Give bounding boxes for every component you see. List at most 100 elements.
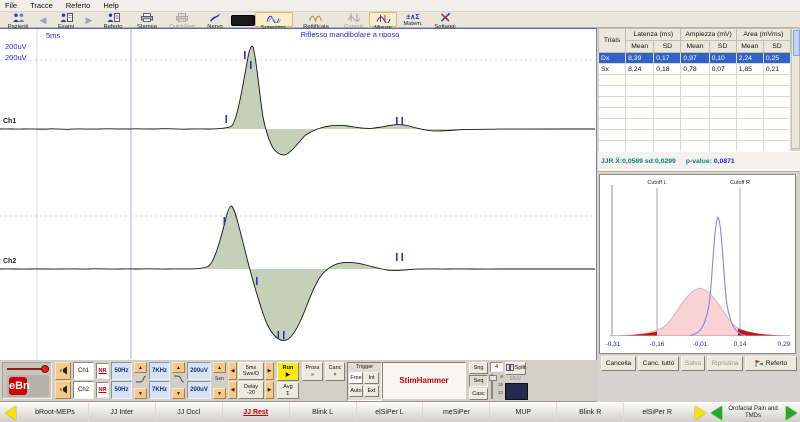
ch1-label: Ch1 bbox=[3, 118, 16, 125]
waveform-scope[interactable]: 5ms 200uV 200uV Riflesso mandibolare a r… bbox=[0, 28, 597, 360]
highpass-filter-icon bbox=[134, 374, 147, 384]
sweep-right-button[interactable]: ▶ bbox=[265, 362, 274, 380]
sweep-control[interactable]: 5msSwe/D bbox=[238, 362, 264, 380]
p-value: 0,0871 bbox=[714, 158, 735, 165]
tab-mesiper[interactable]: meSiPer bbox=[422, 403, 489, 422]
menu-referto[interactable]: Referto bbox=[66, 1, 91, 10]
measure-icon bbox=[376, 14, 391, 25]
tab-broot-meps[interactable]: bRoot-MEPs bbox=[22, 403, 88, 422]
referto-button[interactable]: Referto bbox=[97, 12, 129, 27]
seq-button[interactable]: Seq bbox=[469, 375, 488, 387]
next-icon: » bbox=[311, 372, 314, 379]
scroll-tabs-right-icon[interactable] bbox=[695, 406, 706, 420]
canc-tutto-button[interactable]: Canc. tutto bbox=[638, 356, 679, 371]
table-scrollbar[interactable] bbox=[791, 28, 800, 149]
sensitivity-up-button[interactable]: ▲ bbox=[213, 362, 226, 373]
close-icon: × bbox=[333, 372, 336, 379]
cancella-button[interactable]: Cancella bbox=[601, 356, 636, 371]
ch2-sensitivity-value[interactable]: 200uV bbox=[187, 381, 211, 399]
nervo-button[interactable]: Nervo bbox=[201, 12, 229, 27]
scrollbar-thumb[interactable] bbox=[793, 30, 800, 56]
canc-button[interactable]: Canc× bbox=[325, 362, 345, 381]
tab-elsiper-l[interactable]: elSiPer L bbox=[356, 403, 423, 422]
delay-right-button[interactable]: ▶ bbox=[265, 381, 274, 399]
average-count-stepper[interactable]: 4 8 16 32 bbox=[490, 362, 503, 399]
rectified-icon bbox=[308, 13, 324, 24]
split-display bbox=[505, 383, 528, 400]
prev-protocol-icon[interactable] bbox=[711, 406, 722, 420]
table-row-sx[interactable]: Sx8,24 0,180,78 0,071,85 0,21 bbox=[599, 64, 791, 75]
protocol-name: Orofacial Pain and TMDs bbox=[724, 406, 782, 420]
menu-file[interactable]: File bbox=[5, 1, 17, 10]
tab-jj-inter[interactable]: JJ Inter bbox=[88, 403, 155, 422]
scroll-tabs-left-icon[interactable] bbox=[5, 406, 16, 420]
tab-blink-r[interactable]: Blink R bbox=[556, 403, 623, 422]
cutoff-right-label: Cutoff R bbox=[730, 180, 750, 186]
tab-elsiper-r[interactable]: elSiPer R bbox=[623, 403, 690, 422]
cutoff-left-label: Cutoff L bbox=[647, 180, 666, 186]
ch2-lowpass-value[interactable]: 7KHz bbox=[149, 381, 170, 399]
tab-jj-rest[interactable]: JJ Rest bbox=[222, 403, 289, 422]
delay-control[interactable]: Delay-20 bbox=[238, 381, 264, 399]
ch2-notch-reject-button[interactable]: NR bbox=[96, 382, 109, 398]
sng-button[interactable]: Sng bbox=[469, 362, 488, 374]
tab-mup[interactable]: MUP bbox=[489, 403, 556, 422]
casc-button[interactable]: Casc bbox=[469, 388, 488, 400]
stimulator-display: StimHammer bbox=[382, 362, 466, 399]
chevron-right-icon: ▶ bbox=[86, 15, 93, 26]
lowpass-up-button[interactable]: ▲ bbox=[172, 362, 185, 373]
cursori-button[interactable]: Cursori bbox=[339, 12, 368, 27]
highpass-down-button[interactable]: ▼ bbox=[134, 388, 147, 399]
lowpass-down-button[interactable]: ▼ bbox=[172, 388, 185, 399]
next-protocol-icon[interactable] bbox=[786, 406, 797, 420]
tab-blink-l[interactable]: Blink L bbox=[289, 403, 356, 422]
speaker-icon bbox=[59, 385, 68, 396]
settaggi-button[interactable]: Settaggi bbox=[429, 12, 461, 27]
ch1-notch-reject-button[interactable]: NR bbox=[96, 363, 109, 379]
matem-button[interactable]: ±∧Σ Matem. bbox=[399, 12, 427, 27]
trigger-free-button[interactable]: Free bbox=[349, 372, 363, 384]
superimp-button[interactable]: Superimp. bbox=[255, 12, 293, 27]
table-row-dx[interactable]: Dx8,39 0,170,97 0,102,24 0,25 bbox=[599, 53, 791, 64]
run-button[interactable]: Run▶ bbox=[277, 362, 299, 381]
trigger-ext-button[interactable]: Ext bbox=[364, 385, 379, 397]
volume-slider-knob[interactable] bbox=[41, 365, 49, 373]
pazienti-button[interactable]: Pazienti bbox=[1, 12, 35, 27]
next-exam-button[interactable]: ▶ bbox=[83, 12, 95, 27]
ebn-logo-mark: eBn bbox=[9, 377, 27, 395]
tab-jj-occl[interactable]: JJ Occl bbox=[155, 403, 222, 422]
table-row-empty bbox=[599, 141, 791, 152]
avg-count-value: 4 bbox=[490, 362, 503, 372]
salva-button[interactable]: Salva bbox=[681, 356, 705, 371]
ch1-selector[interactable]: Ch1 bbox=[73, 362, 94, 380]
pross-button[interactable]: Pross» bbox=[302, 362, 323, 381]
prev-exam-button[interactable]: ◀ bbox=[37, 12, 49, 27]
trigger-int-button[interactable]: Int bbox=[364, 372, 379, 384]
highpass-up-button[interactable]: ▲ bbox=[134, 362, 147, 373]
down-arrow-icon: ▼ bbox=[176, 391, 181, 397]
ch1-sensitivity-value[interactable]: 200uV bbox=[187, 362, 211, 380]
trigger-auto-button[interactable]: Auto bbox=[349, 385, 363, 397]
ch1-highpass-value[interactable]: 50Hz bbox=[111, 362, 132, 380]
misure-button[interactable]: Misure bbox=[369, 12, 397, 27]
delay-left-button[interactable]: ◀ bbox=[228, 381, 237, 399]
ch1-audio-button[interactable] bbox=[55, 362, 71, 380]
ripristina-button[interactable]: Ripristina bbox=[707, 356, 743, 371]
sensitivity-down-button[interactable]: ▼ bbox=[213, 388, 226, 399]
col-latenza: Latenza (ms) bbox=[626, 29, 681, 41]
sweep-left-button[interactable]: ◀ bbox=[228, 362, 237, 380]
referto-action-button[interactable]: Referto bbox=[745, 356, 797, 371]
stampa-button[interactable]: Stampa bbox=[131, 12, 163, 27]
esami-button[interactable]: Esami bbox=[50, 12, 82, 27]
menu-tracce[interactable]: Tracce bbox=[30, 1, 53, 10]
menu-help[interactable]: Help bbox=[103, 1, 118, 10]
ch1-lowpass-value[interactable]: 7KHz bbox=[149, 362, 170, 380]
ch2-selector[interactable]: Ch2 bbox=[73, 381, 94, 399]
ch2-highpass-value[interactable]: 50Hz bbox=[111, 381, 132, 399]
ch2-audio-button[interactable] bbox=[55, 381, 71, 399]
split-scale-label: 10uV bbox=[505, 376, 526, 382]
quickrep-button[interactable]: QuickRep bbox=[165, 12, 199, 27]
split-button[interactable]: Split bbox=[505, 362, 526, 375]
rettificata-button[interactable]: Rettificata bbox=[294, 12, 338, 27]
avg-button[interactable]: AvgΣ bbox=[277, 382, 299, 399]
